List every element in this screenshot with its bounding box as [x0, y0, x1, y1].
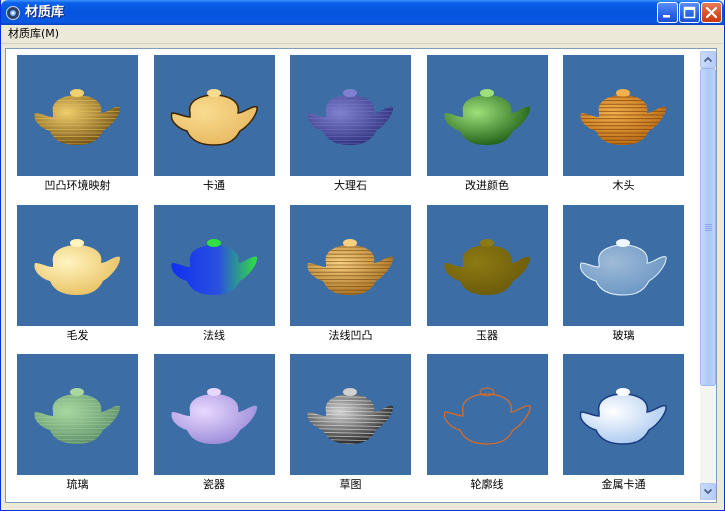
material-tile-2[interactable]	[153, 55, 275, 176]
minimize-button[interactable]	[657, 2, 678, 23]
teapot-marble-icon	[307, 89, 394, 145]
teapot-cartoon-icon	[170, 89, 258, 146]
material-label: 玉器	[476, 328, 498, 342]
close-icon	[705, 6, 718, 19]
material-label: 法线凹凸	[328, 328, 373, 342]
menu-bar: 材质库(M)	[1, 25, 724, 44]
scroll-thumb[interactable]	[700, 68, 716, 386]
menu-material-library[interactable]: 材质库(M)	[5, 26, 62, 42]
material-label: 琉璃	[66, 478, 89, 491]
material-label: 轮廓线	[470, 478, 504, 491]
teapot-improved-color-icon	[443, 89, 530, 145]
material-tile-8[interactable]	[290, 204, 411, 326]
teapot-colored-glaze-icon	[34, 388, 121, 444]
material-label: 玻璃	[612, 328, 635, 342]
material-label: 法线	[203, 328, 225, 342]
close-button[interactable]	[701, 2, 722, 23]
material-label: 卡通	[203, 179, 225, 192]
teapot-bump-env-icon	[34, 89, 121, 145]
minimize-icon	[663, 15, 670, 18]
material-tile-10[interactable]	[563, 204, 684, 326]
teapot-jade-icon	[443, 238, 530, 295]
material-label: 金属卡通	[601, 478, 646, 491]
teapot-normal-bump-icon	[307, 238, 394, 295]
material-library-window: 材质库 材质库(M) 凹凸环境映射 卡通 大理石 改进颜色 木头毛发 法线 法线凹凸 玉器 玻璃…	[0, 0, 725, 511]
material-label: 毛发	[66, 328, 89, 342]
material-tile-15[interactable]	[563, 354, 684, 475]
teapot-wood-icon	[580, 89, 667, 145]
material-tile-6[interactable]	[17, 204, 138, 326]
teapot-metal-cartoon-icon	[579, 388, 667, 445]
material-tile-11[interactable]	[17, 354, 138, 475]
material-tile-12[interactable]	[153, 354, 275, 475]
material-label: 大理石	[334, 179, 367, 192]
scroll-up-button[interactable]	[700, 51, 716, 68]
teapot-sketch-icon	[307, 388, 394, 444]
material-tile-3[interactable]	[290, 55, 411, 176]
material-tile-13[interactable]	[290, 354, 411, 475]
teapot-outline-icon	[443, 387, 531, 445]
teapot-fur-icon	[34, 238, 121, 295]
material-tile-14[interactable]	[426, 354, 548, 475]
scroll-down-button[interactable]	[700, 483, 716, 500]
material-tile-9[interactable]	[426, 204, 548, 326]
title-bar[interactable]: 材质库	[1, 0, 724, 25]
maximize-icon	[683, 6, 696, 19]
material-label: 凹凸环境映射	[44, 179, 111, 192]
teapot-glass-icon	[579, 238, 667, 296]
material-tile-4[interactable]	[426, 55, 548, 176]
material-tile-7[interactable]	[153, 204, 275, 326]
gear-app-icon	[6, 6, 20, 20]
material-label: 瓷器	[203, 478, 225, 491]
material-label: 改进颜色	[465, 179, 509, 192]
teapot-porcelain-icon	[170, 388, 257, 444]
material-tile-1[interactable]	[17, 55, 138, 176]
material-label: 木头	[612, 179, 635, 192]
material-label: 草图	[339, 478, 362, 491]
teapot-normal-icon	[170, 238, 257, 295]
window-title: 材质库	[25, 5, 65, 20]
arrow-up-icon	[703, 56, 713, 63]
vertical-scrollbar[interactable]	[700, 51, 716, 500]
material-grid: 凹凸环境映射 卡通 大理石 改进颜色 木头毛发 法线 法线凹凸 玉器 玻璃琉璃 瓷器 草图 轮廓线 金属…	[5, 48, 717, 503]
maximize-button[interactable]	[679, 2, 700, 23]
material-tile-5[interactable]	[563, 55, 684, 176]
arrow-down-icon	[703, 488, 713, 495]
